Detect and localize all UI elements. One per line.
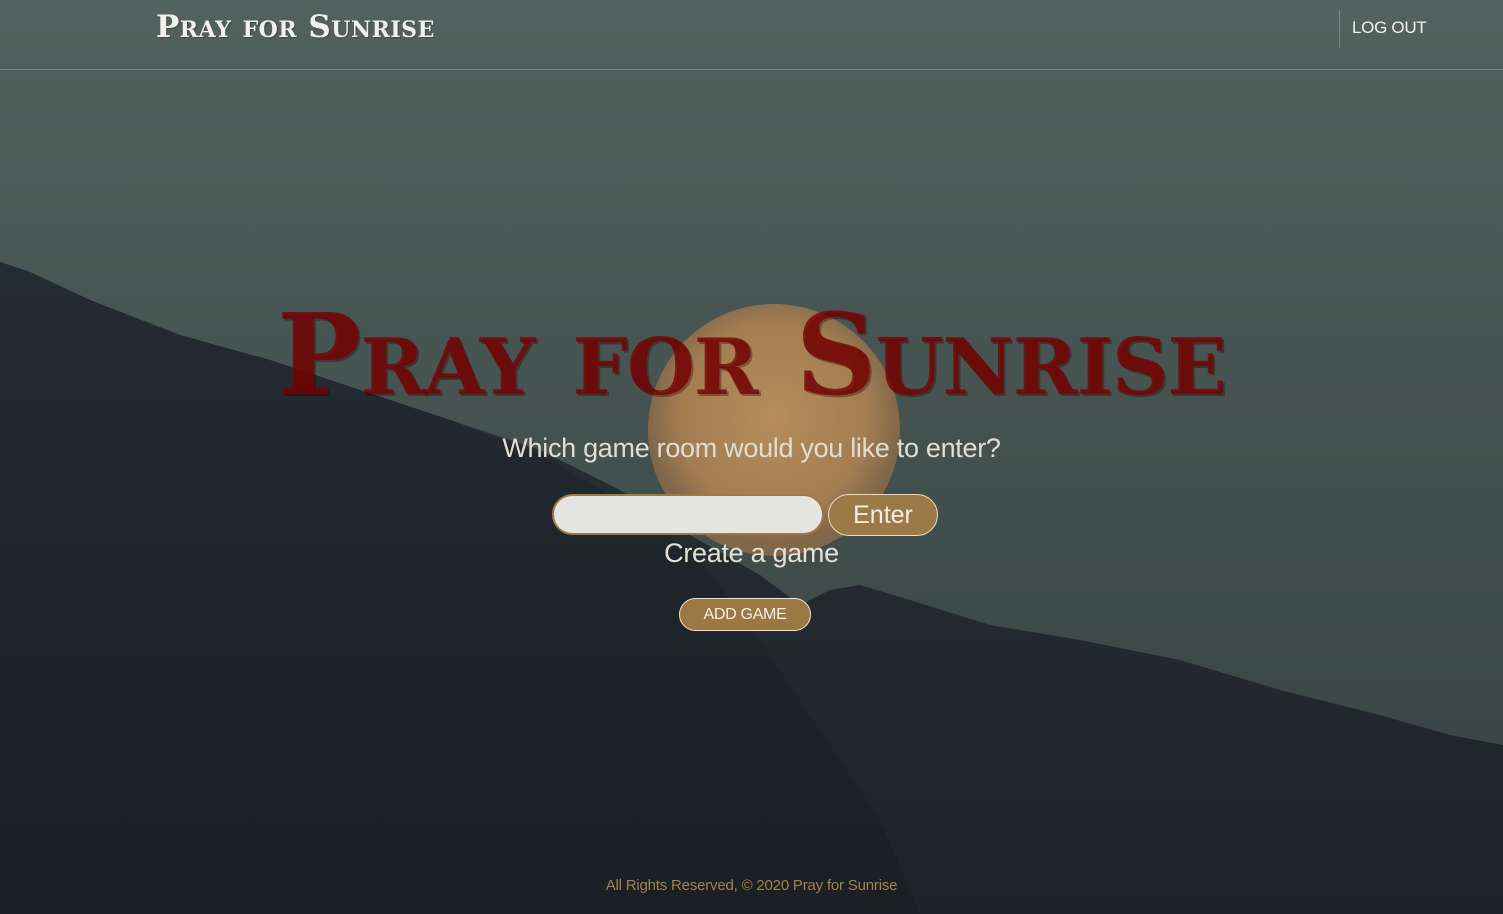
top-navbar: Pray for Sunrise LOG OUT (0, 0, 1503, 70)
enter-button[interactable]: Enter (828, 494, 938, 536)
logout-link[interactable]: LOG OUT (1352, 18, 1427, 38)
add-game-button[interactable]: ADD GAME (679, 598, 811, 631)
footer-copyright: All Rights Reserved, © 2020 Pray for Sun… (605, 877, 898, 894)
room-code-input[interactable] (552, 494, 824, 535)
brand-logo[interactable]: Pray for Sunrise (156, 9, 435, 45)
create-game-label: Create a game (664, 538, 839, 568)
nav-divider (1339, 10, 1340, 48)
room-question-label: Which game room would you like to enter? (502, 433, 1001, 463)
hero-title: Pray for Sunrise (277, 290, 1227, 421)
